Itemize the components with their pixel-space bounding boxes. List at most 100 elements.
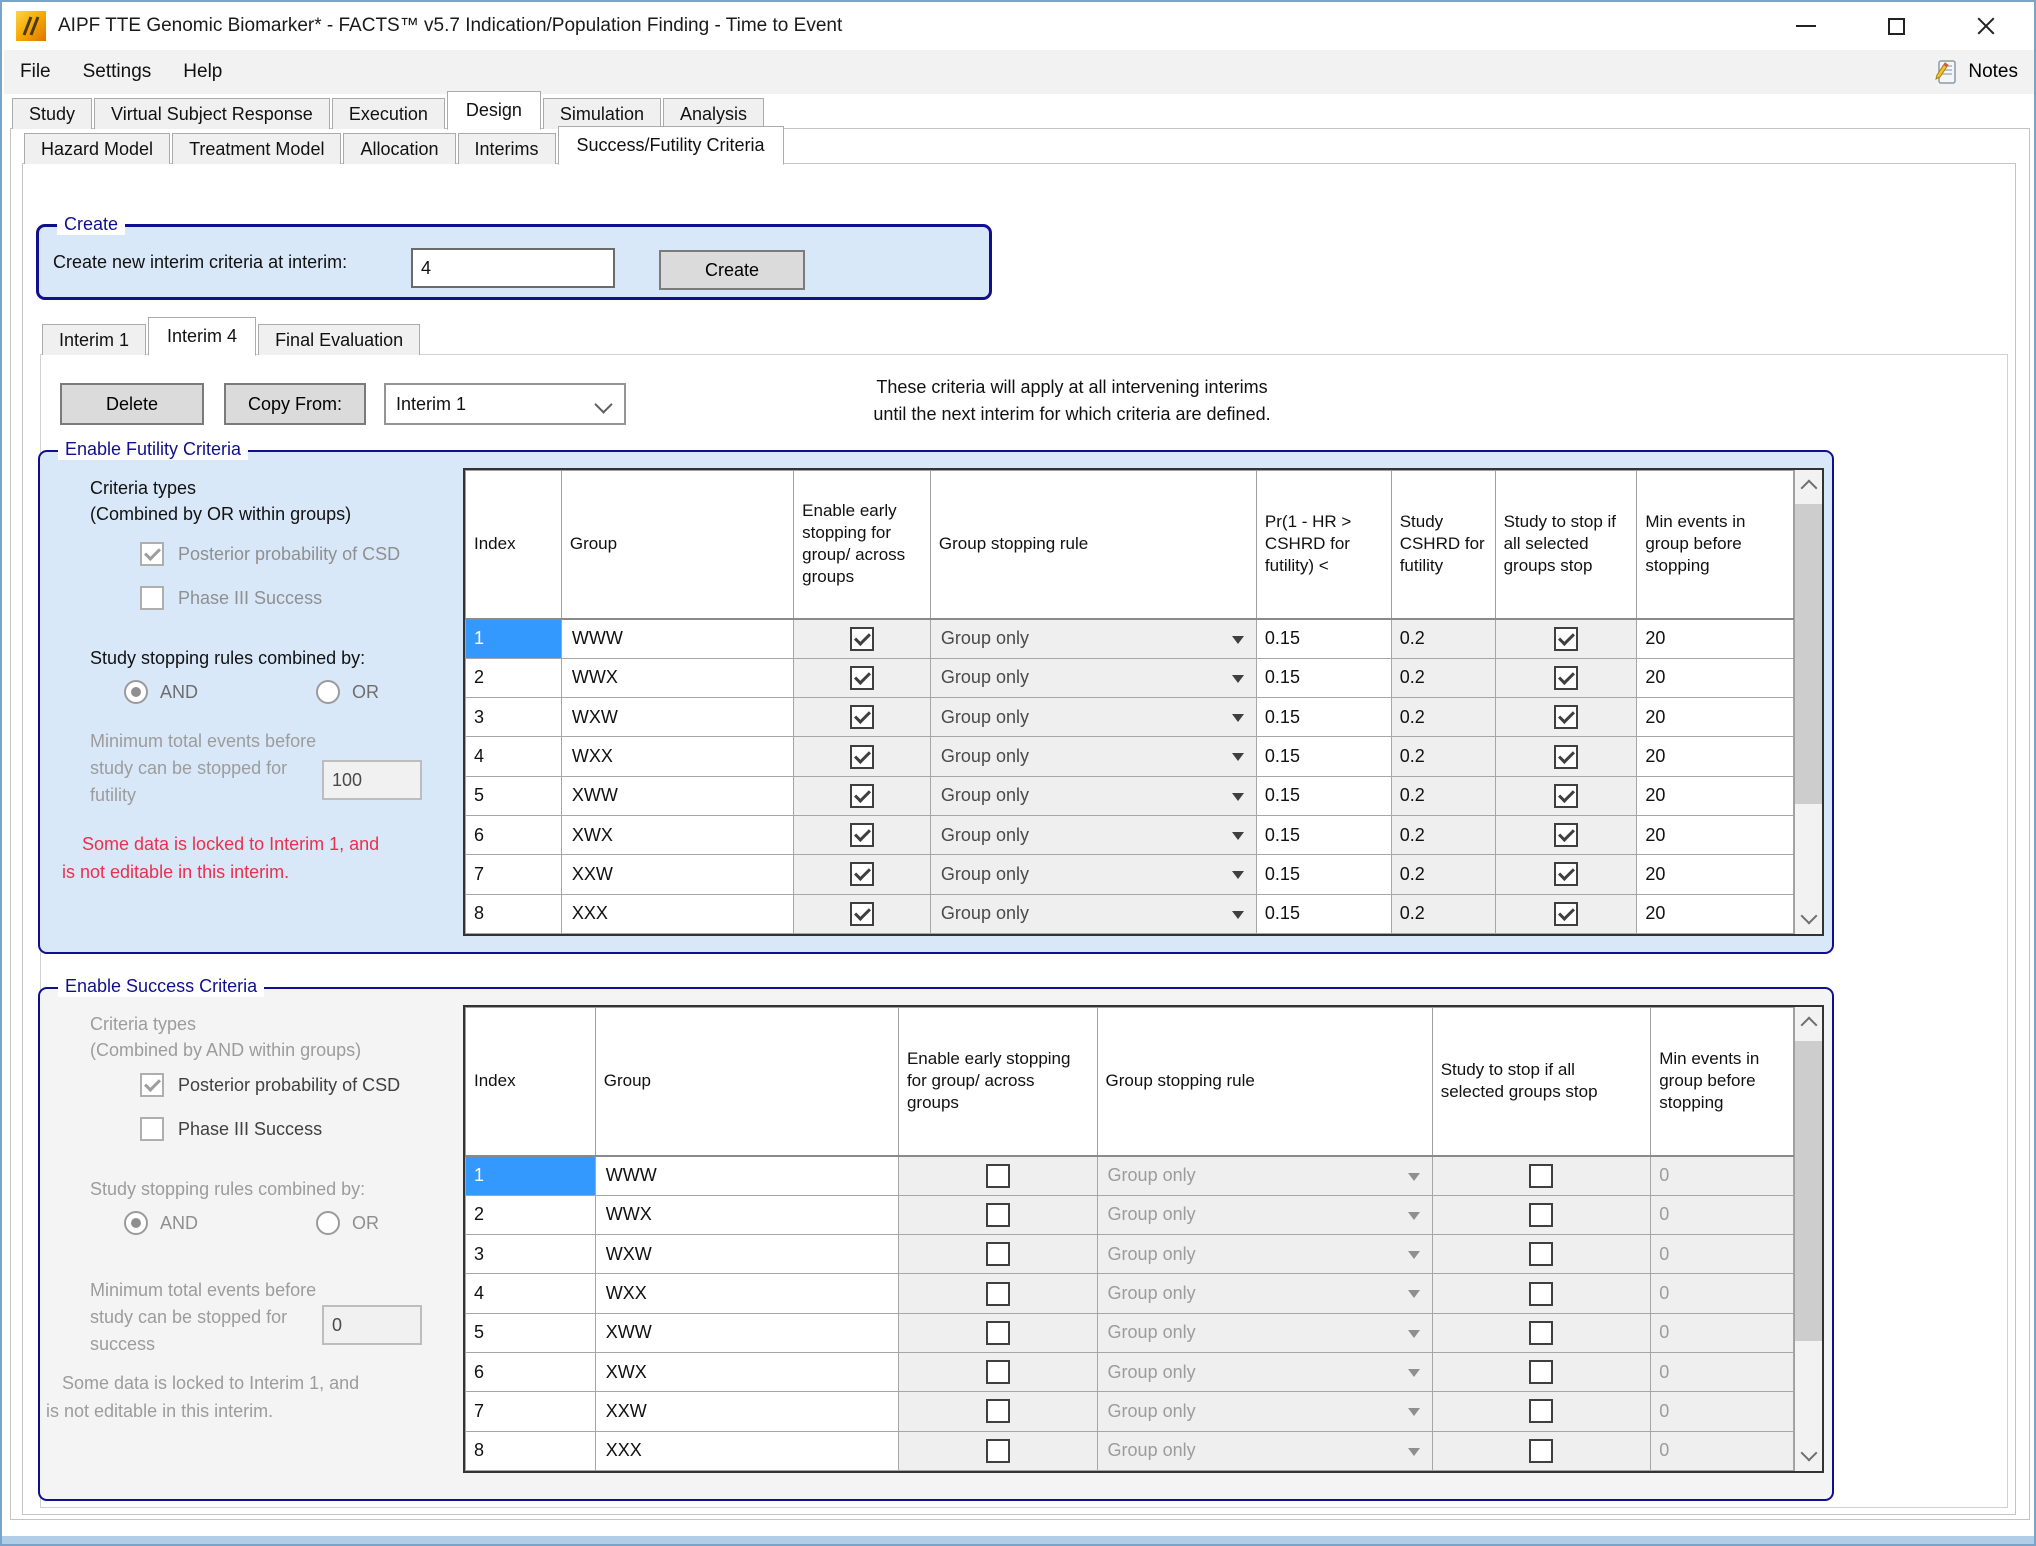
checkbox-unchecked-icon[interactable]	[986, 1164, 1010, 1188]
group-cell[interactable]: WXX	[561, 737, 793, 776]
study-stop-cell[interactable]	[1495, 698, 1637, 737]
futility-radio-and[interactable]	[124, 680, 148, 704]
study-stop-cell[interactable]	[1432, 1431, 1651, 1470]
checkbox-checked-icon[interactable]	[850, 823, 874, 847]
group-cell[interactable]: WWX	[595, 1195, 898, 1234]
futility-table-scrollbar[interactable]	[1794, 470, 1822, 934]
checkbox-unchecked-icon[interactable]	[986, 1321, 1010, 1345]
index-cell[interactable]: 6	[466, 816, 562, 855]
checkbox-unchecked-icon[interactable]	[986, 1203, 1010, 1227]
min-events-cell[interactable]: 0	[1651, 1235, 1794, 1274]
enable-early-stopping-cell[interactable]	[794, 619, 931, 659]
checkbox-checked-icon[interactable]	[850, 705, 874, 729]
group-cell[interactable]: WWW	[595, 1156, 898, 1196]
index-cell[interactable]: 3	[466, 698, 562, 737]
min-events-cell[interactable]: 0	[1651, 1431, 1794, 1470]
index-cell[interactable]: 4	[466, 737, 562, 776]
group-cell[interactable]: XWW	[595, 1313, 898, 1352]
scroll-up-button[interactable]	[1795, 1007, 1822, 1037]
scroll-down-button[interactable]	[1795, 1441, 1822, 1471]
checkbox-checked-icon[interactable]	[1554, 666, 1578, 690]
enable-early-stopping-cell[interactable]	[898, 1353, 1097, 1392]
tab-study[interactable]: Study	[12, 98, 92, 129]
index-cell[interactable]: 5	[466, 776, 562, 815]
study-stop-cell[interactable]	[1432, 1235, 1651, 1274]
scroll-down-button[interactable]	[1795, 904, 1822, 934]
success-radio-and[interactable]	[124, 1211, 148, 1235]
checkbox-unchecked-icon[interactable]	[1529, 1164, 1553, 1188]
create-button[interactable]: Create	[659, 250, 805, 290]
min-events-cell[interactable]: 20	[1637, 658, 1794, 697]
group-cell[interactable]: XXX	[561, 894, 793, 933]
tab-execution[interactable]: Execution	[332, 98, 445, 129]
menu-settings[interactable]: Settings	[67, 50, 168, 94]
tab-virtual-subject-response[interactable]: Virtual Subject Response	[94, 98, 330, 129]
create-interim-input[interactable]	[411, 248, 615, 288]
close-button[interactable]	[1955, 2, 2017, 50]
success-min-events-input[interactable]	[322, 1305, 422, 1345]
checkbox-checked-icon[interactable]	[1554, 902, 1578, 926]
enable-early-stopping-cell[interactable]	[898, 1313, 1097, 1352]
study-stop-cell[interactable]	[1432, 1313, 1651, 1352]
group-stopping-rule-dropdown[interactable]: Group only	[930, 816, 1256, 855]
index-cell[interactable]: 8	[466, 894, 562, 933]
index-cell[interactable]: 5	[466, 1313, 596, 1352]
group-cell[interactable]: WXW	[561, 698, 793, 737]
pr-futility-cell[interactable]: 0.15	[1256, 855, 1391, 894]
checkbox-checked-icon[interactable]	[1554, 862, 1578, 886]
group-stopping-rule-dropdown[interactable]: Group only	[930, 855, 1256, 894]
futility-phase3-checkbox[interactable]	[140, 586, 164, 610]
checkbox-unchecked-icon[interactable]	[1529, 1282, 1553, 1306]
group-cell[interactable]: XWX	[561, 816, 793, 855]
menu-file[interactable]: File	[4, 50, 67, 94]
checkbox-unchecked-icon[interactable]	[1529, 1399, 1553, 1423]
checkbox-unchecked-icon[interactable]	[1529, 1203, 1553, 1227]
index-cell[interactable]: 7	[466, 1392, 596, 1431]
enable-early-stopping-cell[interactable]	[898, 1195, 1097, 1234]
study-stop-cell[interactable]	[1495, 816, 1637, 855]
min-events-cell[interactable]: 0	[1651, 1156, 1794, 1196]
study-stop-cell[interactable]	[1495, 658, 1637, 697]
maximize-button[interactable]	[1865, 2, 1927, 50]
min-events-cell[interactable]: 0	[1651, 1353, 1794, 1392]
group-stopping-rule-dropdown[interactable]: Group only	[930, 894, 1256, 933]
group-cell[interactable]: XWX	[595, 1353, 898, 1392]
group-stopping-rule-dropdown[interactable]: Group only	[1097, 1156, 1432, 1196]
enable-early-stopping-cell[interactable]	[898, 1431, 1097, 1470]
index-cell[interactable]: 2	[466, 1195, 596, 1234]
group-stopping-rule-dropdown[interactable]: Group only	[1097, 1353, 1432, 1392]
min-events-cell[interactable]: 20	[1637, 816, 1794, 855]
index-cell[interactable]: 7	[466, 855, 562, 894]
index-cell[interactable]: 1	[466, 619, 562, 659]
enable-early-stopping-cell[interactable]	[898, 1235, 1097, 1274]
study-stop-cell[interactable]	[1432, 1156, 1651, 1196]
group-stopping-rule-dropdown[interactable]: Group only	[1097, 1235, 1432, 1274]
study-stop-cell[interactable]	[1495, 737, 1637, 776]
checkbox-checked-icon[interactable]	[1554, 705, 1578, 729]
checkbox-checked-icon[interactable]	[850, 902, 874, 926]
min-events-cell[interactable]: 20	[1637, 737, 1794, 776]
study-cshrd-cell[interactable]: 0.2	[1391, 816, 1495, 855]
group-cell[interactable]: XXW	[561, 855, 793, 894]
tab-allocation[interactable]: Allocation	[343, 133, 455, 164]
checkbox-unchecked-icon[interactable]	[986, 1360, 1010, 1384]
group-cell[interactable]: WXW	[595, 1235, 898, 1274]
study-cshrd-cell[interactable]: 0.2	[1391, 698, 1495, 737]
index-cell[interactable]: 3	[466, 1235, 596, 1274]
futility-radio-or[interactable]	[316, 680, 340, 704]
notes-button[interactable]: Notes	[1934, 59, 2036, 85]
index-cell[interactable]: 1	[466, 1156, 596, 1196]
min-events-cell[interactable]: 0	[1651, 1313, 1794, 1352]
group-stopping-rule-dropdown[interactable]: Group only	[1097, 1313, 1432, 1352]
group-stopping-rule-dropdown[interactable]: Group only	[1097, 1392, 1432, 1431]
min-events-cell[interactable]: 20	[1637, 776, 1794, 815]
group-stopping-rule-dropdown[interactable]: Group only	[1097, 1431, 1432, 1470]
pr-futility-cell[interactable]: 0.15	[1256, 658, 1391, 697]
min-events-cell[interactable]: 20	[1637, 698, 1794, 737]
study-cshrd-cell[interactable]: 0.2	[1391, 658, 1495, 697]
pr-futility-cell[interactable]: 0.15	[1256, 698, 1391, 737]
study-stop-cell[interactable]	[1495, 855, 1637, 894]
enable-early-stopping-cell[interactable]	[794, 816, 931, 855]
study-stop-cell[interactable]	[1432, 1353, 1651, 1392]
group-cell[interactable]: XXX	[595, 1431, 898, 1470]
